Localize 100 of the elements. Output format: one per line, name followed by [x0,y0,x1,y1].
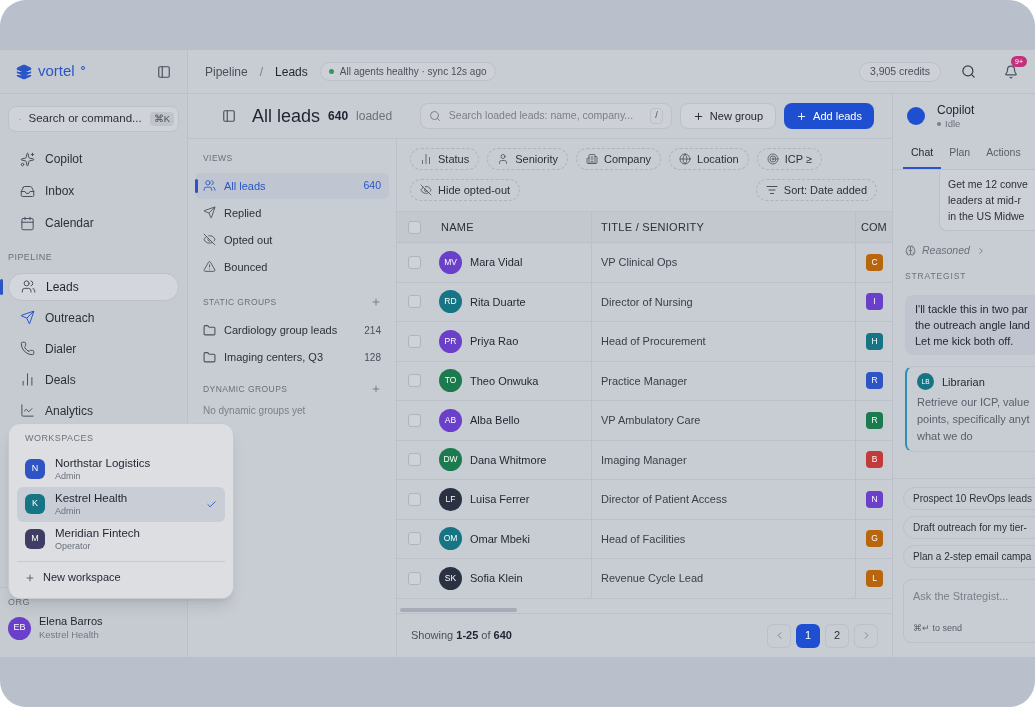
row-checkbox[interactable] [408,255,421,269]
plus-icon [25,572,35,583]
search-placeholder: Search loaded leads: name, company... [448,108,635,124]
group-item[interactable]: Imaging centers, Q3 128 [195,343,389,371]
empty-message: No dynamic groups yet [202,404,307,419]
lead-name[interactable]: Rita Duarte [470,293,526,310]
section-label: STATIC GROUPS [203,295,277,309]
sidebar-toggle-icon[interactable] [157,64,171,79]
section-label: DYNAMIC GROUPS [203,382,288,396]
agent-task: Retrieve our ICP, value points, specifically anyt what we do [917,395,1031,445]
lead-name[interactable]: Priya Rao [470,333,519,350]
nav-item[interactable]: Analytics [8,396,179,425]
add-group-icon[interactable] [371,383,381,394]
folder-icon [203,350,216,364]
phone-icon [20,341,35,356]
suggestion-chip[interactable]: Prospect 10 RevOps leads [903,487,1035,510]
workspace-option[interactable]: M Meridian Fintech Operator [17,521,225,557]
eye-off-icon [420,184,432,196]
lead-avatar: TO [439,369,462,393]
row-checkbox[interactable] [408,571,421,585]
nav-item[interactable]: Inbox [8,177,179,205]
group-item[interactable]: Cardiology group leads 214 [195,316,389,344]
workspace-option[interactable]: K Kestrel Health Admin [17,486,225,522]
nav-item[interactable]: Leads [8,272,179,301]
section-label: ORG [8,595,31,609]
search-placeholder: Search or command... [28,111,142,127]
row-checkbox[interactable] [408,295,421,309]
logo-icon [16,63,32,80]
lead-name[interactable]: Theo Onwuka [470,372,539,389]
bell-icon[interactable] [1004,64,1018,79]
column-header[interactable]: TITLE / SENIORITY [591,212,855,242]
page-button[interactable]: 2 [825,623,849,648]
nav-item[interactable]: Outreach [8,303,179,332]
view-item[interactable]: All leads 640 [195,172,389,199]
copilot-tab[interactable]: Actions [978,137,1029,169]
plus-icon [692,110,704,122]
calendar-icon [20,215,35,231]
nav-item[interactable]: Dialer [8,334,179,363]
agent-message: I'll tackle this in two par the outreach angle land Let me kick both off. [915,303,1030,348]
input-placeholder: Ask the Strategist... [913,589,1010,604]
lead-name[interactable]: Luisa Ferrer [470,491,530,508]
message-input[interactable]: Ask the Strategist... ⌘↵ to send [903,579,1035,643]
column-header[interactable]: NAME [439,218,591,236]
row-checkbox[interactable] [408,334,421,348]
column-header[interactable]: COM [855,212,892,242]
building-icon [586,153,598,165]
workspace-option[interactable]: N Northstar Logistics Admin [17,451,225,487]
lead-name[interactable]: Omar Mbeki [470,530,530,547]
suggestion-chip[interactable]: Draft outreach for my tier- [903,516,1035,539]
workspace-role: Admin [55,470,82,482]
user-org: Kestrel Health [39,629,100,641]
breadcrumb-item[interactable]: Pipeline [205,62,248,81]
lead-avatar: RD [439,290,462,314]
agent-name: Librarian [942,374,985,390]
add-leads-button[interactable]: Add leads [784,103,874,129]
view-item[interactable]: Replied [195,199,389,226]
status-text: All agents healthy · sync 12s ago [339,65,487,79]
user-avatar[interactable]: EB [8,616,31,640]
command-search-field[interactable]: Search or command... ⌘K [8,106,179,132]
row-checkbox[interactable] [408,453,421,467]
lead-name[interactable]: Alba Bello [470,412,520,429]
workspace-avatar: K [25,494,45,514]
row-checkbox[interactable] [408,492,421,506]
previous-page-button[interactable] [767,623,791,648]
page-button[interactable]: 1 [796,623,820,648]
row-checkbox[interactable] [408,374,421,388]
view-item[interactable]: Bounced [195,253,389,280]
brain-icon [905,245,916,257]
nav-item[interactable]: Copilot [8,145,179,173]
credits-pill: 3,905 credits [858,61,941,82]
lead-count: 640 [328,108,349,125]
company-badge: G [866,530,883,548]
panel-toggle-icon[interactable] [222,109,236,123]
paper-plane-icon [203,206,216,220]
page-title: All leads [252,104,321,128]
sort-icon [765,184,778,196]
view-item[interactable]: Opted out [195,226,389,253]
table-cell: Director of Patient Access [591,480,855,519]
lead-name[interactable]: Sofia Klein [470,570,523,587]
table-cell: Imaging Manager [591,440,855,479]
copilot-title: Copilot [937,103,975,118]
suggestion-chip[interactable]: Plan a 2-step email campa [903,545,1035,568]
new-workspace-button[interactable]: New workspace [17,565,129,590]
leads-search-field[interactable]: Search loaded leads: name, company... / [419,103,672,129]
lead-avatar: MV [439,250,462,274]
next-page-button[interactable] [854,623,878,648]
copilot-tab[interactable]: Plan [941,137,979,169]
copilot-tab[interactable]: Chat [903,137,942,169]
add-group-icon[interactable] [371,297,381,308]
lead-name[interactable]: Dana Whitmore [470,451,547,468]
row-checkbox[interactable] [408,413,421,427]
nav-item[interactable]: Calendar [8,209,179,237]
brand-name: vortel [38,61,75,82]
lead-name[interactable]: Mara Vidal [470,254,523,271]
select-all-checkbox[interactable] [408,220,421,234]
row-checkbox[interactable] [408,532,421,546]
workspace-role: Operator [55,540,92,552]
new-group-button[interactable]: New group [679,103,777,129]
nav-item[interactable]: Deals [8,365,179,394]
inbox-icon [20,183,35,199]
